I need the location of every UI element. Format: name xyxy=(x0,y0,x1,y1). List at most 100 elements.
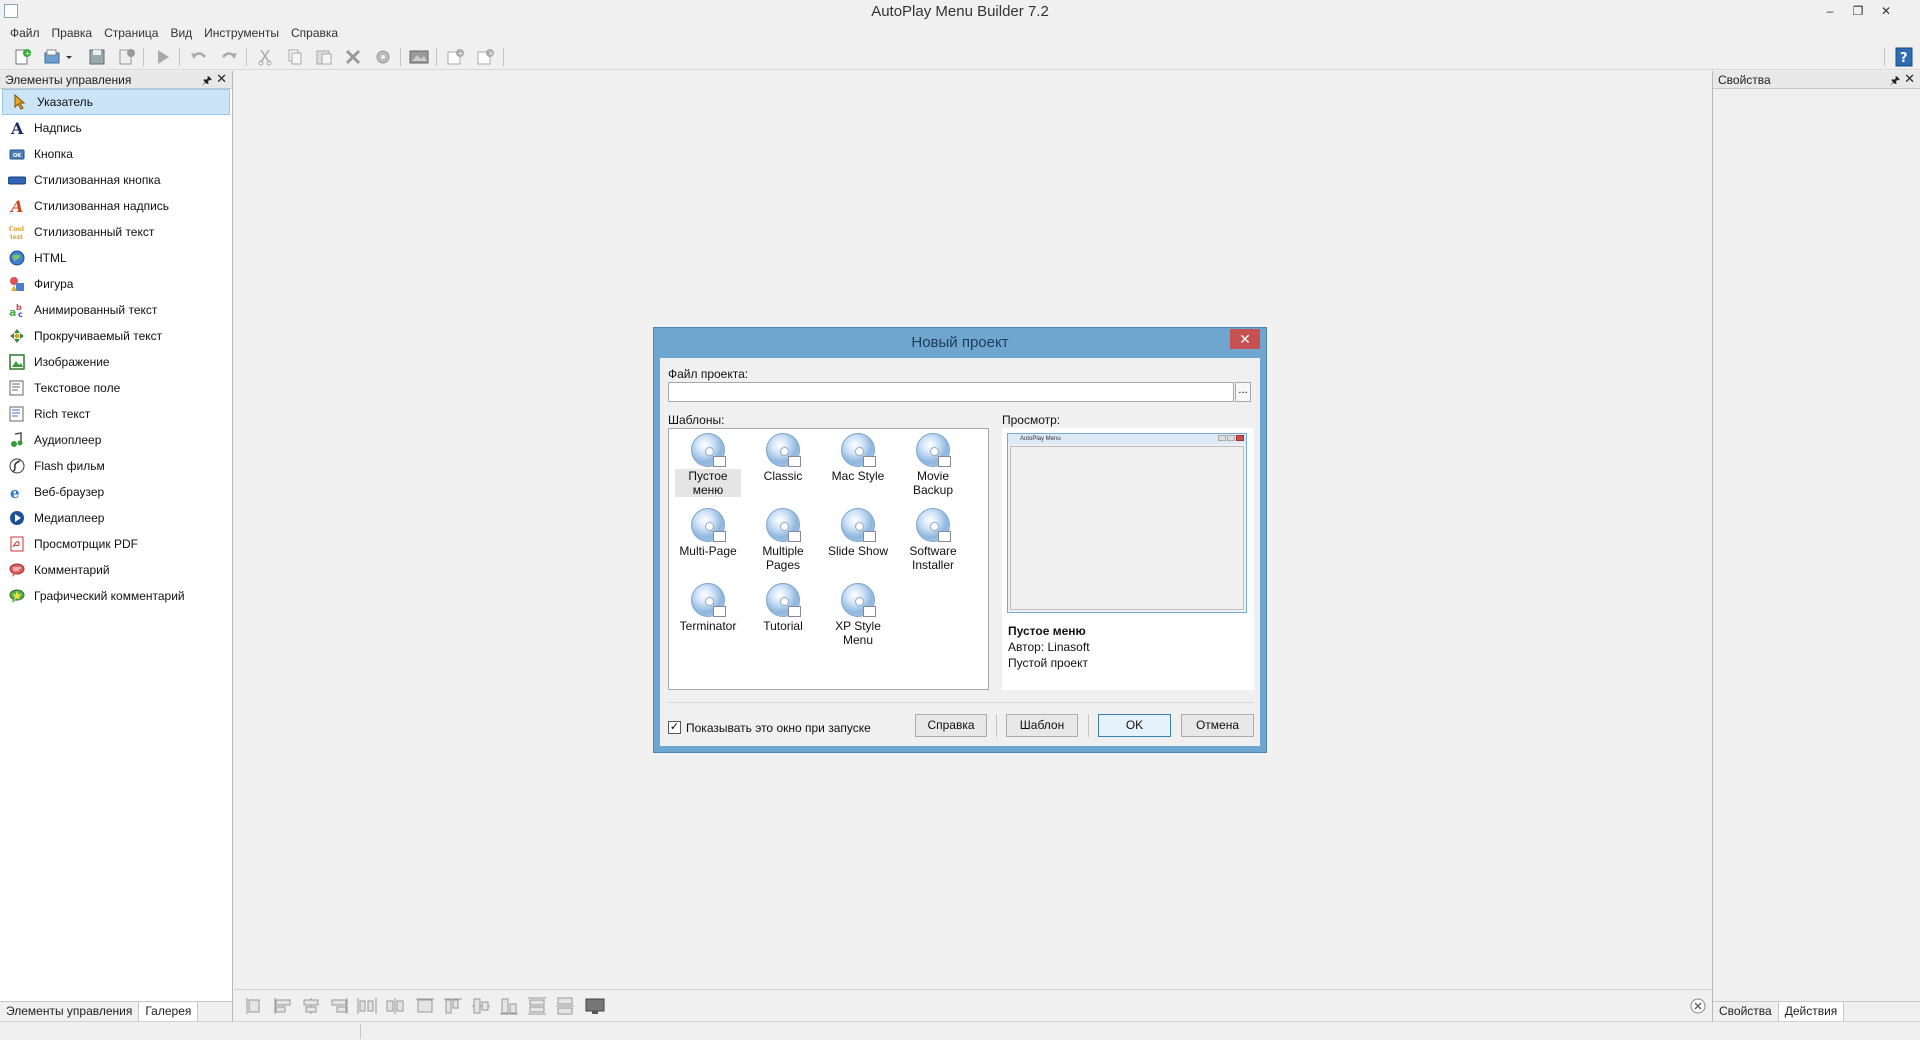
tool-item-web-browser[interactable]: e Веб-браузер xyxy=(0,479,232,505)
paste-icon[interactable] xyxy=(313,47,335,67)
close-icon[interactable]: ✕ xyxy=(1904,71,1915,87)
template-name-line1: Multiple xyxy=(762,544,804,558)
align-bottom-icon[interactable] xyxy=(498,996,520,1016)
tab-properties[interactable]: Свойства xyxy=(1713,1002,1779,1021)
template-button[interactable]: Шаблон xyxy=(1006,714,1078,737)
svg-text:A: A xyxy=(10,120,24,136)
align-center-icon[interactable] xyxy=(300,996,322,1016)
main-toolbar: + + × ? xyxy=(0,44,1920,70)
close-window-button[interactable]: ✕ xyxy=(1873,0,1899,22)
minimize-button[interactable]: – xyxy=(1817,0,1843,22)
project-file-input[interactable] xyxy=(668,382,1234,402)
tool-item-image[interactable]: Изображение xyxy=(0,349,232,375)
align-left-edges-icon[interactable] xyxy=(272,996,294,1016)
align-top-icon[interactable] xyxy=(414,996,436,1016)
open-project-icon[interactable] xyxy=(42,47,64,67)
show-on-startup-label[interactable]: Показывать это окно при запуске xyxy=(686,721,871,735)
preview-description: Пустой проект xyxy=(1008,656,1088,670)
menu-edit[interactable]: Правка xyxy=(46,24,99,44)
template-item[interactable]: Multiple Pages xyxy=(750,508,816,572)
space-vertical-icon[interactable] xyxy=(554,996,576,1016)
help-button[interactable]: Справка xyxy=(915,714,987,737)
disc-icon xyxy=(916,508,951,542)
template-item[interactable]: Tutorial xyxy=(750,583,816,633)
disc-icon xyxy=(841,433,876,467)
align-left-icon[interactable] xyxy=(244,996,266,1016)
close-toolbar-icon[interactable] xyxy=(1687,996,1709,1016)
template-name-line1: Slide Show xyxy=(827,544,889,558)
tool-item-pdf-viewer[interactable]: Просмотрщик PDF xyxy=(0,531,232,557)
template-item[interactable]: Terminator xyxy=(675,583,741,633)
remove-page-icon[interactable]: × xyxy=(475,47,497,67)
dialog-close-button[interactable]: ✕ xyxy=(1230,329,1260,349)
template-item[interactable]: Multi-Page xyxy=(675,508,741,558)
tool-label: Комментарий xyxy=(34,563,110,577)
tool-item-pointer[interactable]: Указатель xyxy=(2,89,230,115)
menu-file[interactable]: Файл xyxy=(4,24,46,44)
tab-gallery[interactable]: Галерея xyxy=(139,1002,199,1021)
distribute-vertical-icon[interactable] xyxy=(526,996,548,1016)
tool-item-comment[interactable]: Комментарий xyxy=(0,557,232,583)
tool-label: Анимированный текст xyxy=(34,303,158,317)
add-page-icon[interactable]: + xyxy=(445,47,467,67)
template-item[interactable]: Movie Backup xyxy=(900,433,966,497)
open-dropdown-icon[interactable] xyxy=(63,47,75,67)
settings-gear-icon[interactable] xyxy=(372,47,394,67)
tool-item-text-field[interactable]: Текстовое поле xyxy=(0,375,232,401)
tool-item-animated-text[interactable]: abc Анимированный текст xyxy=(0,297,232,323)
align-right-icon[interactable] xyxy=(328,996,350,1016)
menu-tools[interactable]: Инструменты xyxy=(198,24,285,44)
align-middle-icon[interactable] xyxy=(470,996,492,1016)
tool-item-label[interactable]: A Надпись xyxy=(0,115,232,141)
tab-actions[interactable]: Действия xyxy=(1778,1002,1845,1021)
template-item[interactable]: Classic xyxy=(750,433,816,483)
delete-icon[interactable] xyxy=(342,47,364,67)
close-icon[interactable]: ✕ xyxy=(216,71,227,87)
menu-page[interactable]: Страница xyxy=(98,24,164,44)
pin-icon[interactable]: 🖈 xyxy=(202,72,212,91)
image-manager-icon[interactable] xyxy=(408,47,430,67)
template-item[interactable]: Software Installer xyxy=(900,508,966,572)
pin-icon[interactable]: 🖈 xyxy=(1890,72,1900,91)
distribute-horizontal-icon[interactable] xyxy=(356,996,378,1016)
tool-item-html[interactable]: HTML xyxy=(0,245,232,271)
tool-item-button[interactable]: OK Кнопка xyxy=(0,141,232,167)
template-item[interactable]: Mac Style xyxy=(825,433,891,483)
browse-button[interactable]: ... xyxy=(1235,382,1251,402)
tool-item-flash-movie[interactable]: Flash фильм xyxy=(0,453,232,479)
tool-item-shape[interactable]: Фигура xyxy=(0,271,232,297)
tool-item-styled-label[interactable]: A Стилизованная надпись xyxy=(0,193,232,219)
show-on-startup-checkbox[interactable]: ✓ xyxy=(668,721,681,734)
help-icon[interactable]: ? xyxy=(1893,47,1915,67)
menu-help[interactable]: Справка xyxy=(285,24,344,44)
copy-icon[interactable] xyxy=(284,47,306,67)
tool-item-rich-text[interactable]: Rich текст xyxy=(0,401,232,427)
template-item[interactable]: Slide Show xyxy=(825,508,891,558)
ok-button[interactable]: OK xyxy=(1098,714,1171,737)
tool-label: Надпись xyxy=(34,121,82,135)
menu-view[interactable]: Вид xyxy=(164,24,198,44)
tool-item-graphic-comment[interactable]: Графический комментарий xyxy=(0,583,232,609)
undo-icon[interactable] xyxy=(188,47,210,67)
tool-item-styled-button[interactable]: Стилизованная кнопка xyxy=(0,167,232,193)
tab-controls[interactable]: Элементы управления xyxy=(0,1002,140,1021)
template-item[interactable]: XP Style Menu xyxy=(825,583,891,647)
new-project-icon[interactable]: + xyxy=(12,47,34,67)
tool-item-media-player[interactable]: Медиаплеер xyxy=(0,505,232,531)
cut-icon[interactable] xyxy=(254,47,276,67)
preview-play-icon[interactable] xyxy=(152,47,174,67)
align-top-edges-icon[interactable] xyxy=(442,996,464,1016)
menu-bar: Файл Правка Страница Вид Инструменты Спр… xyxy=(0,24,1920,44)
redo-icon[interactable] xyxy=(218,47,240,67)
tool-item-scrolling-text[interactable]: Прокручиваемый текст xyxy=(0,323,232,349)
close-project-icon[interactable] xyxy=(116,47,138,67)
text-field-icon xyxy=(8,379,26,397)
cancel-button[interactable]: Отмена xyxy=(1181,714,1254,737)
save-icon[interactable] xyxy=(86,47,108,67)
template-item[interactable]: Пустое меню xyxy=(675,433,741,497)
tool-item-styled-text[interactable]: Cool text Стилизованный текст xyxy=(0,219,232,245)
space-horizontal-icon[interactable] xyxy=(384,996,406,1016)
restore-button[interactable]: ❐ xyxy=(1845,0,1871,22)
screen-preview-icon[interactable] xyxy=(584,996,606,1016)
tool-item-audio-player[interactable]: Аудиоплеер xyxy=(0,427,232,453)
